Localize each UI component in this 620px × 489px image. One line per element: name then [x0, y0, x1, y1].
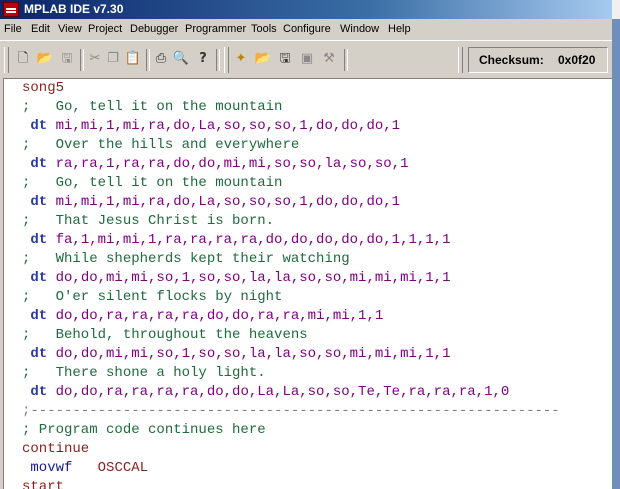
code-comment: ; Over the hills and everywhere [22, 137, 300, 153]
menu-project[interactable]: Project [88, 19, 122, 39]
cut-icon[interactable]: ✂ [86, 49, 104, 69]
title-bar[interactable]: MPLAB IDE v7.30 [0, 0, 612, 19]
dt-values: mi,mi,1,mi,ra,do,La,so,so,so,1,do,do,do,… [55, 194, 401, 210]
print-icon[interactable]: ⎙ [152, 49, 170, 69]
mplab-app-icon[interactable] [3, 2, 19, 17]
copy-icon[interactable]: ❐ [104, 49, 122, 69]
dt-values: do,do,mi,mi,so,1,so,so,la,la,so,so,mi,mi… [55, 270, 451, 286]
dt-values: do,do,mi,mi,so,1,so,so,la,la,so,so,mi,mi… [55, 346, 451, 362]
open-folder-icon[interactable]: 📂 [36, 49, 54, 69]
dt-values: do,do,ra,ra,ra,ra,do,do,La,La,so,so,Te,T… [55, 384, 510, 400]
toolbar-grip[interactable] [4, 47, 9, 73]
menu-programmer[interactable]: Programmer [185, 19, 246, 39]
menu-file[interactable]: File [4, 19, 22, 39]
dt-values: ra,ra,1,ra,ra,do,do,mi,mi,so,so,la,so,so… [55, 156, 409, 172]
code-editor[interactable]: song5 ; Go, tell it on the mountain dt m… [3, 78, 612, 489]
help-icon[interactable]: ? [194, 49, 212, 69]
code-comment: ; There shone a holy light. [22, 365, 266, 381]
desktop-edge [612, 0, 620, 489]
build-icon[interactable]: ⚒ [320, 49, 338, 69]
code-label: song5 [22, 80, 65, 96]
code-dt-line: dt fa,1,mi,mi,1,ra,ra,ra,ra,do,do,do,do,… [22, 232, 451, 248]
code-comment: ; Go, tell it on the mountain [22, 175, 283, 191]
dt-values: do,do,ra,ra,ra,ra,do,do,ra,ra,mi,mi,1,1 [55, 308, 384, 324]
toolbar-grip[interactable] [458, 47, 463, 73]
code-dt-line: dt ra,ra,1,ra,ra,do,do,mi,mi,so,so,la,so… [22, 156, 409, 172]
menu-view[interactable]: View [58, 19, 82, 39]
code-comment: ; That Jesus Christ is born. [22, 213, 275, 229]
code-comment: ; Behold, throughout the heavens [22, 327, 308, 343]
checksum-value: 0x0f20 [558, 53, 596, 67]
toolbar-separator [80, 49, 84, 71]
code-label: start [22, 479, 65, 489]
paste-icon[interactable]: 📋 [124, 49, 142, 69]
toolbar: 🗋 📂 🖫 ✂ ❐ 📋 ⎙ 🔍 ? ✦ 📂 🖫 ▣ ⚒ Checksum: 0x… [0, 40, 612, 79]
code-comment: ; Go, tell it on the mountain [22, 99, 283, 115]
code-separator-comment: ;---------------------------------------… [22, 403, 560, 419]
code-label: continue [22, 441, 90, 457]
window-title: MPLAB IDE v7.30 [24, 2, 124, 16]
code-dt-line: dt do,do,ra,ra,ra,ra,do,do,La,La,so,so,T… [22, 384, 510, 400]
code-instruction: movwf OSCCAL [22, 459, 148, 478]
checksum-label: Checksum: [479, 53, 544, 67]
menu-bar: File Edit View Project Debugger Programm… [0, 19, 612, 39]
code-comment: ; Program code continues here [22, 422, 266, 438]
workspace-icon[interactable]: ▣ [298, 49, 316, 69]
toolbar-grip[interactable] [224, 47, 229, 73]
save-project-icon[interactable]: 🖫 [276, 49, 294, 69]
code-dt-line: dt mi,mi,1,mi,ra,do,La,so,so,so,1,do,do,… [22, 194, 401, 210]
code-dt-line: dt do,do,mi,mi,so,1,so,so,la,la,so,so,mi… [22, 270, 451, 286]
instruction-opcode: movwf [30, 460, 73, 476]
dt-values: mi,mi,1,mi,ra,do,La,so,so,so,1,do,do,do,… [55, 118, 401, 134]
instruction-operand: OSCCAL [97, 460, 149, 476]
toolbar-separator [216, 49, 220, 71]
dt-values: fa,1,mi,mi,1,ra,ra,ra,ra,do,do,do,do,do,… [55, 232, 451, 248]
menu-tools[interactable]: Tools [251, 19, 277, 39]
save-icon[interactable]: 🖫 [58, 49, 76, 69]
mplab-window: MPLAB IDE v7.30 File Edit View Project D… [0, 0, 612, 489]
menu-debugger[interactable]: Debugger [130, 19, 178, 39]
toolbar-separator [146, 49, 150, 71]
checksum-display: Checksum: 0x0f20 [468, 47, 608, 73]
code-dt-line: dt do,do,ra,ra,ra,ra,do,do,ra,ra,mi,mi,1… [22, 308, 384, 324]
code-dt-line: dt do,do,mi,mi,so,1,so,so,la,la,so,so,mi… [22, 346, 451, 362]
menu-edit[interactable]: Edit [31, 19, 50, 39]
code-dt-line: dt mi,mi,1,mi,ra,do,La,so,so,so,1,do,do,… [22, 118, 401, 134]
code-comment: ; O'er silent flocks by night [22, 289, 283, 305]
open-project-icon[interactable]: 📂 [254, 49, 272, 69]
toolbar-separator [344, 49, 348, 71]
new-file-icon[interactable]: 🗋 [14, 49, 32, 69]
new-project-icon[interactable]: ✦ [232, 49, 250, 69]
code-comment: ; While shepherds kept their watching [22, 251, 350, 267]
menu-help[interactable]: Help [388, 19, 411, 39]
menu-configure[interactable]: Configure [283, 19, 331, 39]
find-icon[interactable]: 🔍 [172, 49, 190, 69]
menu-window[interactable]: Window [340, 19, 379, 39]
